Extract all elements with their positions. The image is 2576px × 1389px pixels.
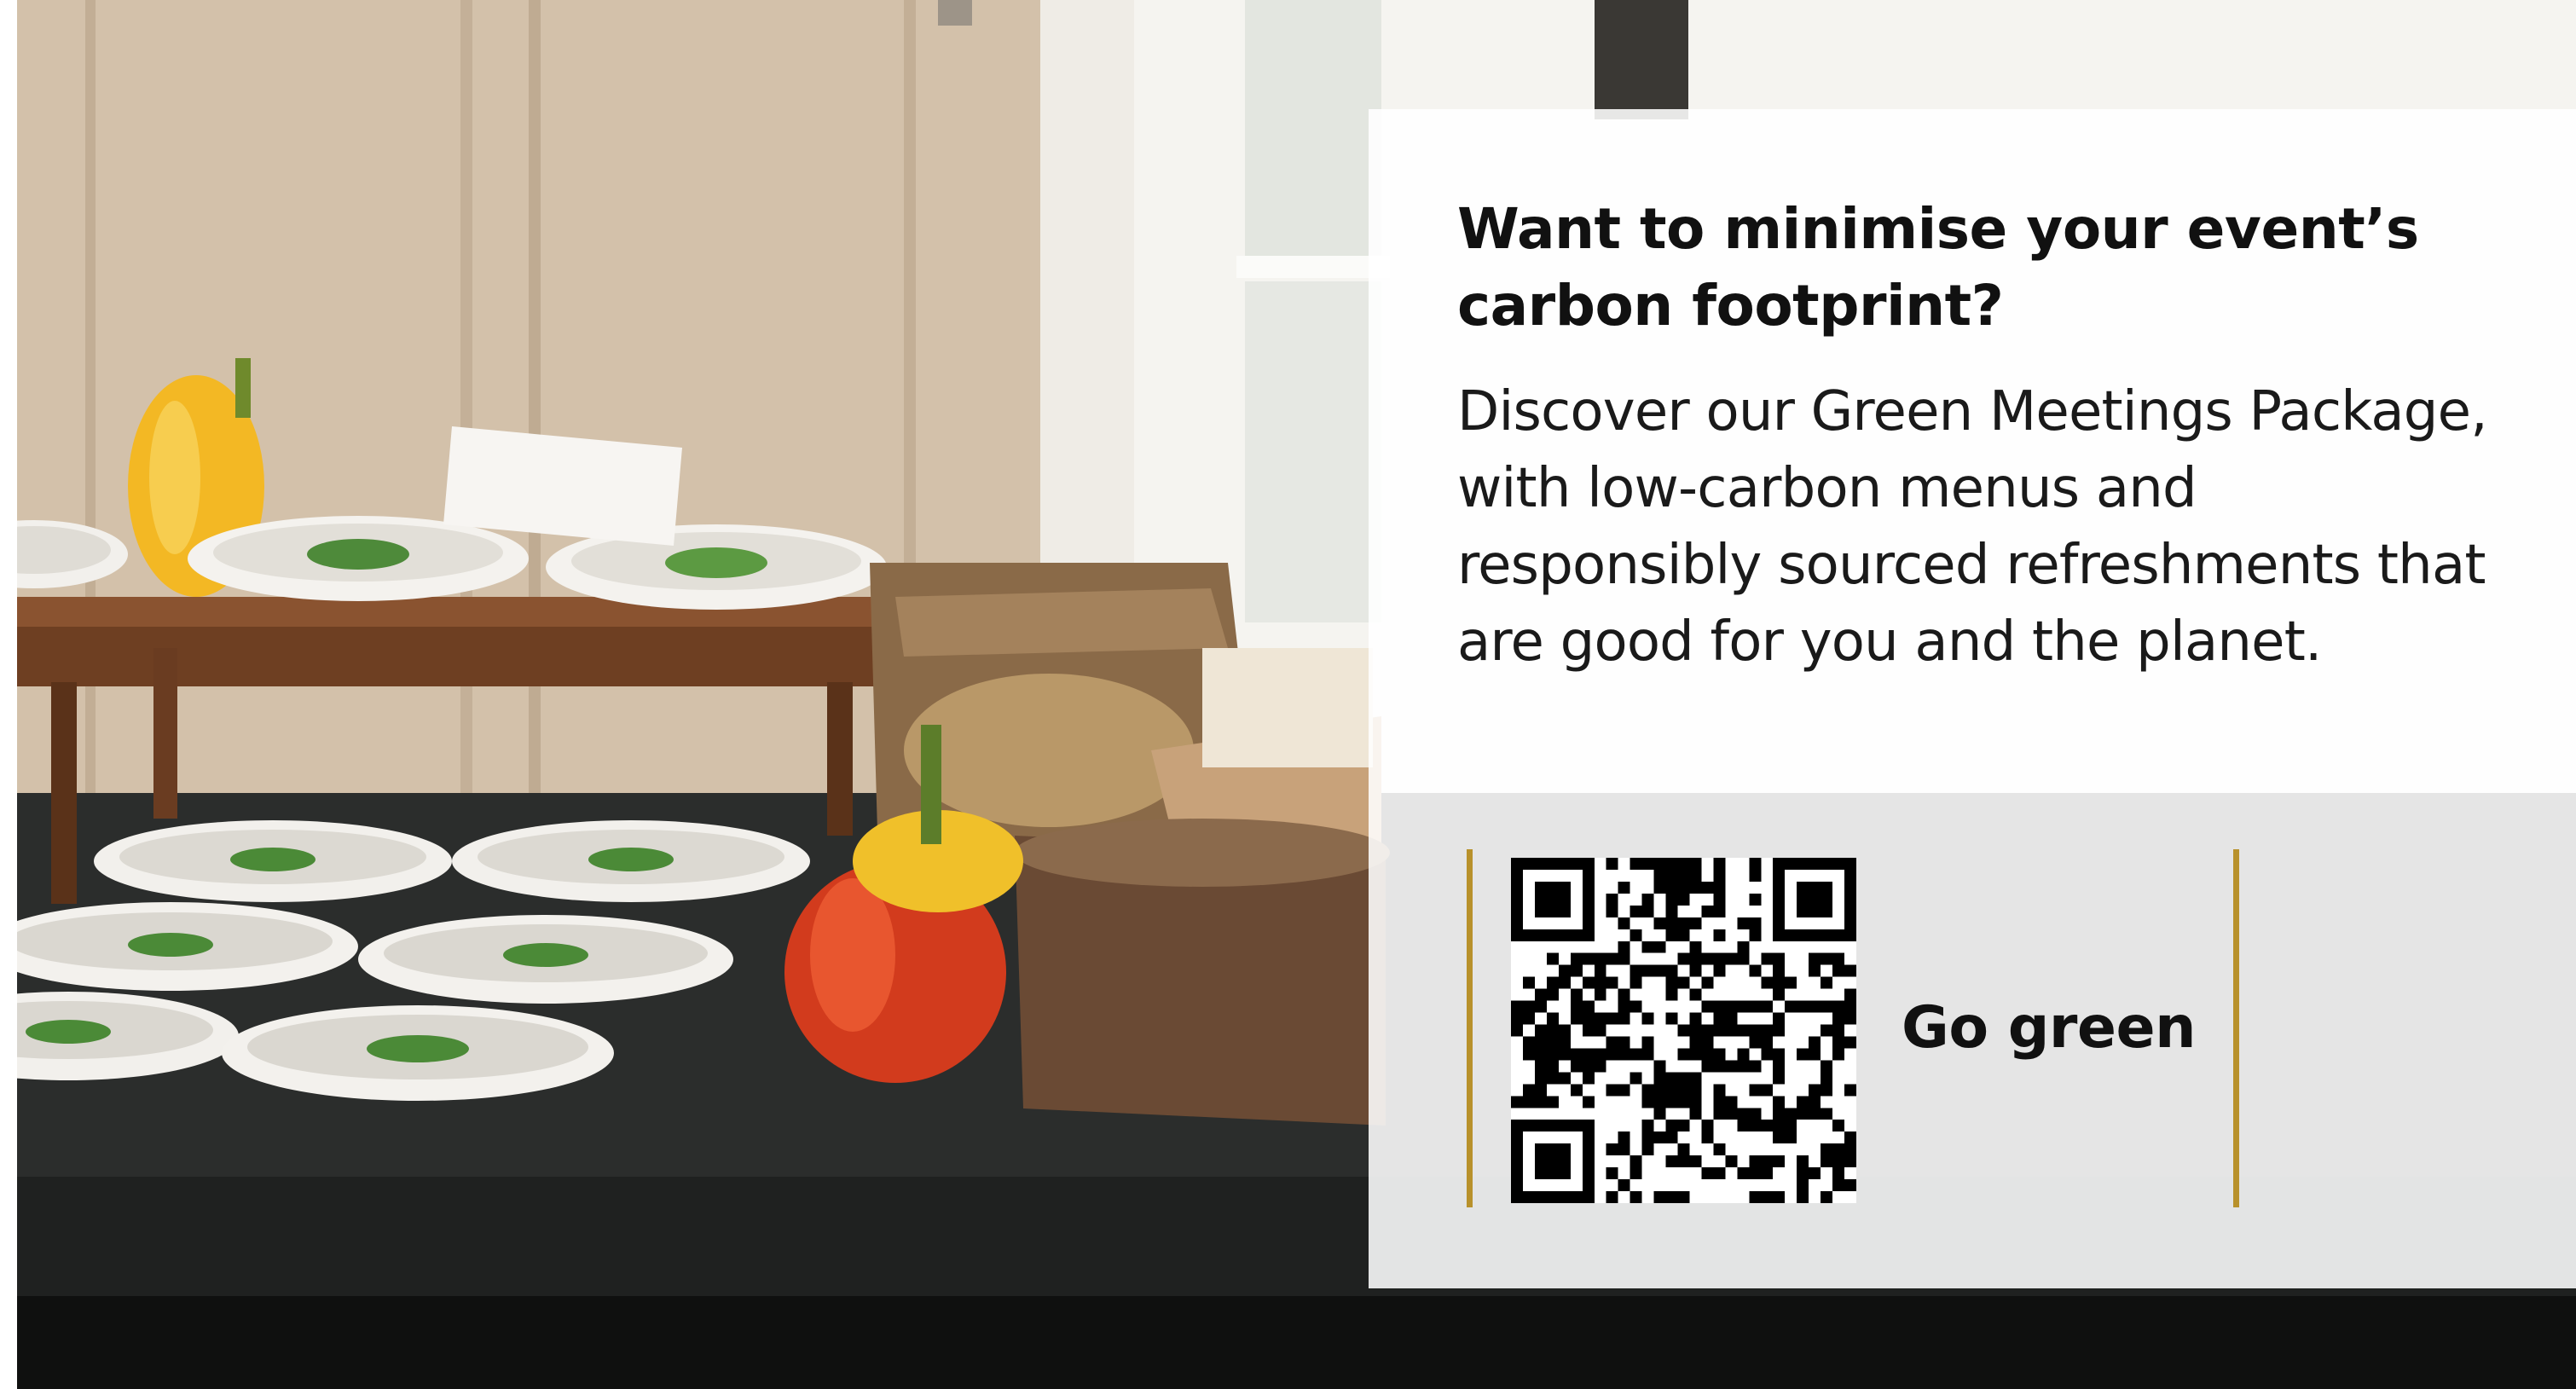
- promo-card: Want to minimise your event’s carbon foo…: [1369, 109, 2576, 1288]
- cta-left-rule: [1467, 849, 1473, 1207]
- go-green-label[interactable]: Go green: [1902, 994, 2197, 1062]
- advert-slide: Want to minimise your event’s carbon foo…: [0, 0, 2576, 1389]
- cta-right-rule: [2233, 849, 2239, 1207]
- card-heading: Want to minimise your event’s carbon foo…: [1457, 196, 2419, 339]
- card-body-text: Discover our Green Meetings Package, wit…: [1457, 380, 2488, 674]
- go-green-cta[interactable]: Go green: [1467, 849, 2239, 1207]
- left-margin: [0, 0, 17, 1389]
- qr-code-icon[interactable]: [1511, 858, 1856, 1203]
